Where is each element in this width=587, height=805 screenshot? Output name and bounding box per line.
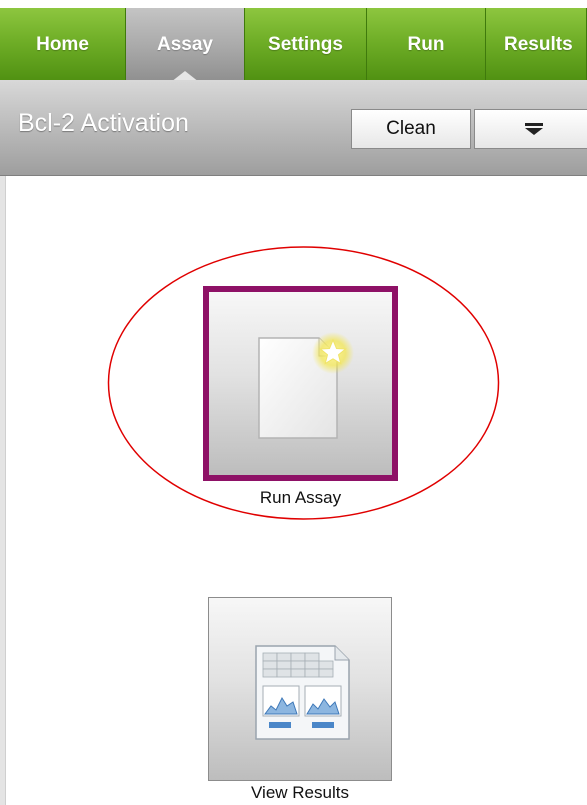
clean-button-label: Clean bbox=[386, 118, 436, 139]
menu-dropdown-button[interactable] bbox=[474, 109, 587, 149]
tab-home[interactable]: Home bbox=[0, 8, 126, 82]
tab-bar: Home Assay Settings Run Results bbox=[0, 0, 587, 82]
tab-list: Home Assay Settings Run Results bbox=[0, 8, 587, 82]
tab-home-label: Home bbox=[36, 34, 89, 55]
tab-results[interactable]: Results bbox=[486, 8, 587, 82]
clean-button[interactable]: Clean bbox=[351, 109, 471, 149]
assay-header: Bcl-2 Activation Clean bbox=[0, 82, 587, 176]
tab-settings[interactable]: Settings bbox=[245, 8, 367, 82]
tab-assay[interactable]: Assay bbox=[126, 8, 245, 82]
results-report-icon bbox=[255, 645, 350, 740]
page-title: Bcl-2 Activation bbox=[18, 109, 189, 137]
tab-run[interactable]: Run bbox=[367, 8, 486, 82]
tab-settings-label: Settings bbox=[268, 34, 343, 55]
view-results-label: View Results bbox=[251, 783, 349, 802]
tab-run-label: Run bbox=[407, 34, 445, 55]
view-results-tile[interactable] bbox=[208, 597, 392, 781]
left-edge bbox=[0, 175, 6, 805]
tab-assay-label: Assay bbox=[157, 34, 213, 55]
run-assay-tile[interactable] bbox=[203, 286, 398, 481]
menu-dropdown-icon bbox=[525, 123, 543, 135]
run-assay-label: Run Assay bbox=[259, 488, 342, 507]
new-document-star-icon bbox=[258, 332, 354, 439]
tab-results-label: Results bbox=[504, 34, 573, 55]
